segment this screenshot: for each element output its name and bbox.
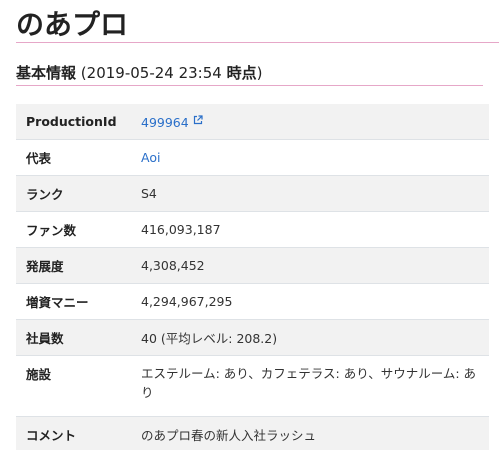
table-row-rank: ランク S4 [16, 175, 489, 212]
row-label: ランク [16, 175, 131, 212]
table-row-development: 発展度 4,308,452 [16, 247, 489, 284]
row-value: S4 [131, 175, 489, 212]
table-row-capital: 増資マニー 4,294,967,295 [16, 283, 489, 320]
row-value: のあプロ春の新人入社ラッシュ [131, 416, 489, 450]
page-title: のあプロ [16, 8, 129, 41]
table-row-facilities: 施設 エステルーム: あり、カフェテラス: あり、サウナルーム: あり [16, 355, 489, 417]
title-divider [16, 42, 499, 43]
row-label: 代表 [16, 139, 131, 176]
row-label: コメント [16, 416, 131, 450]
timestamp-label: 時点 [226, 64, 257, 82]
row-value: 4,294,967,295 [131, 283, 489, 320]
row-label: ProductionId [16, 104, 131, 140]
table-row-comment: コメント のあプロ春の新人入社ラッシュ [16, 416, 489, 450]
info-table: ProductionId 499964 代表 Aoi ランク S4 ファン数 4… [16, 104, 489, 450]
row-value: 416,093,187 [131, 211, 489, 248]
representative-link[interactable]: Aoi [141, 150, 160, 165]
row-value: 499964 [131, 104, 489, 140]
row-label: ファン数 [16, 211, 131, 248]
table-row-fans: ファン数 416,093,187 [16, 211, 489, 248]
table-row-employees: 社員数 40 (平均レベル: 208.2) [16, 319, 489, 356]
row-value: Aoi [131, 139, 489, 176]
row-label: 増資マニー [16, 283, 131, 320]
row-value: 4,308,452 [131, 247, 489, 284]
section-title: 基本情報 (2019-05-24 23:54 時点) [16, 62, 262, 84]
row-value: エステルーム: あり、カフェテラス: あり、サウナルーム: あり [131, 355, 489, 417]
row-label: 発展度 [16, 247, 131, 284]
row-value: 40 (平均レベル: 208.2) [131, 319, 489, 356]
timestamp: (2019-05-24 23:54 時点) [81, 64, 263, 82]
row-label: 社員数 [16, 319, 131, 356]
timestamp-close: ) [256, 64, 263, 82]
section-heading: 基本情報 [16, 64, 77, 82]
production-id-link[interactable]: 499964 [141, 115, 189, 130]
table-row-production-id: ProductionId 499964 [16, 104, 489, 140]
timestamp-open: (2019-05-24 23:54 [80, 64, 227, 82]
table-row-representative: 代表 Aoi [16, 139, 489, 176]
section-divider [16, 85, 483, 86]
row-label: 施設 [16, 355, 131, 417]
external-link-icon[interactable] [193, 113, 203, 128]
